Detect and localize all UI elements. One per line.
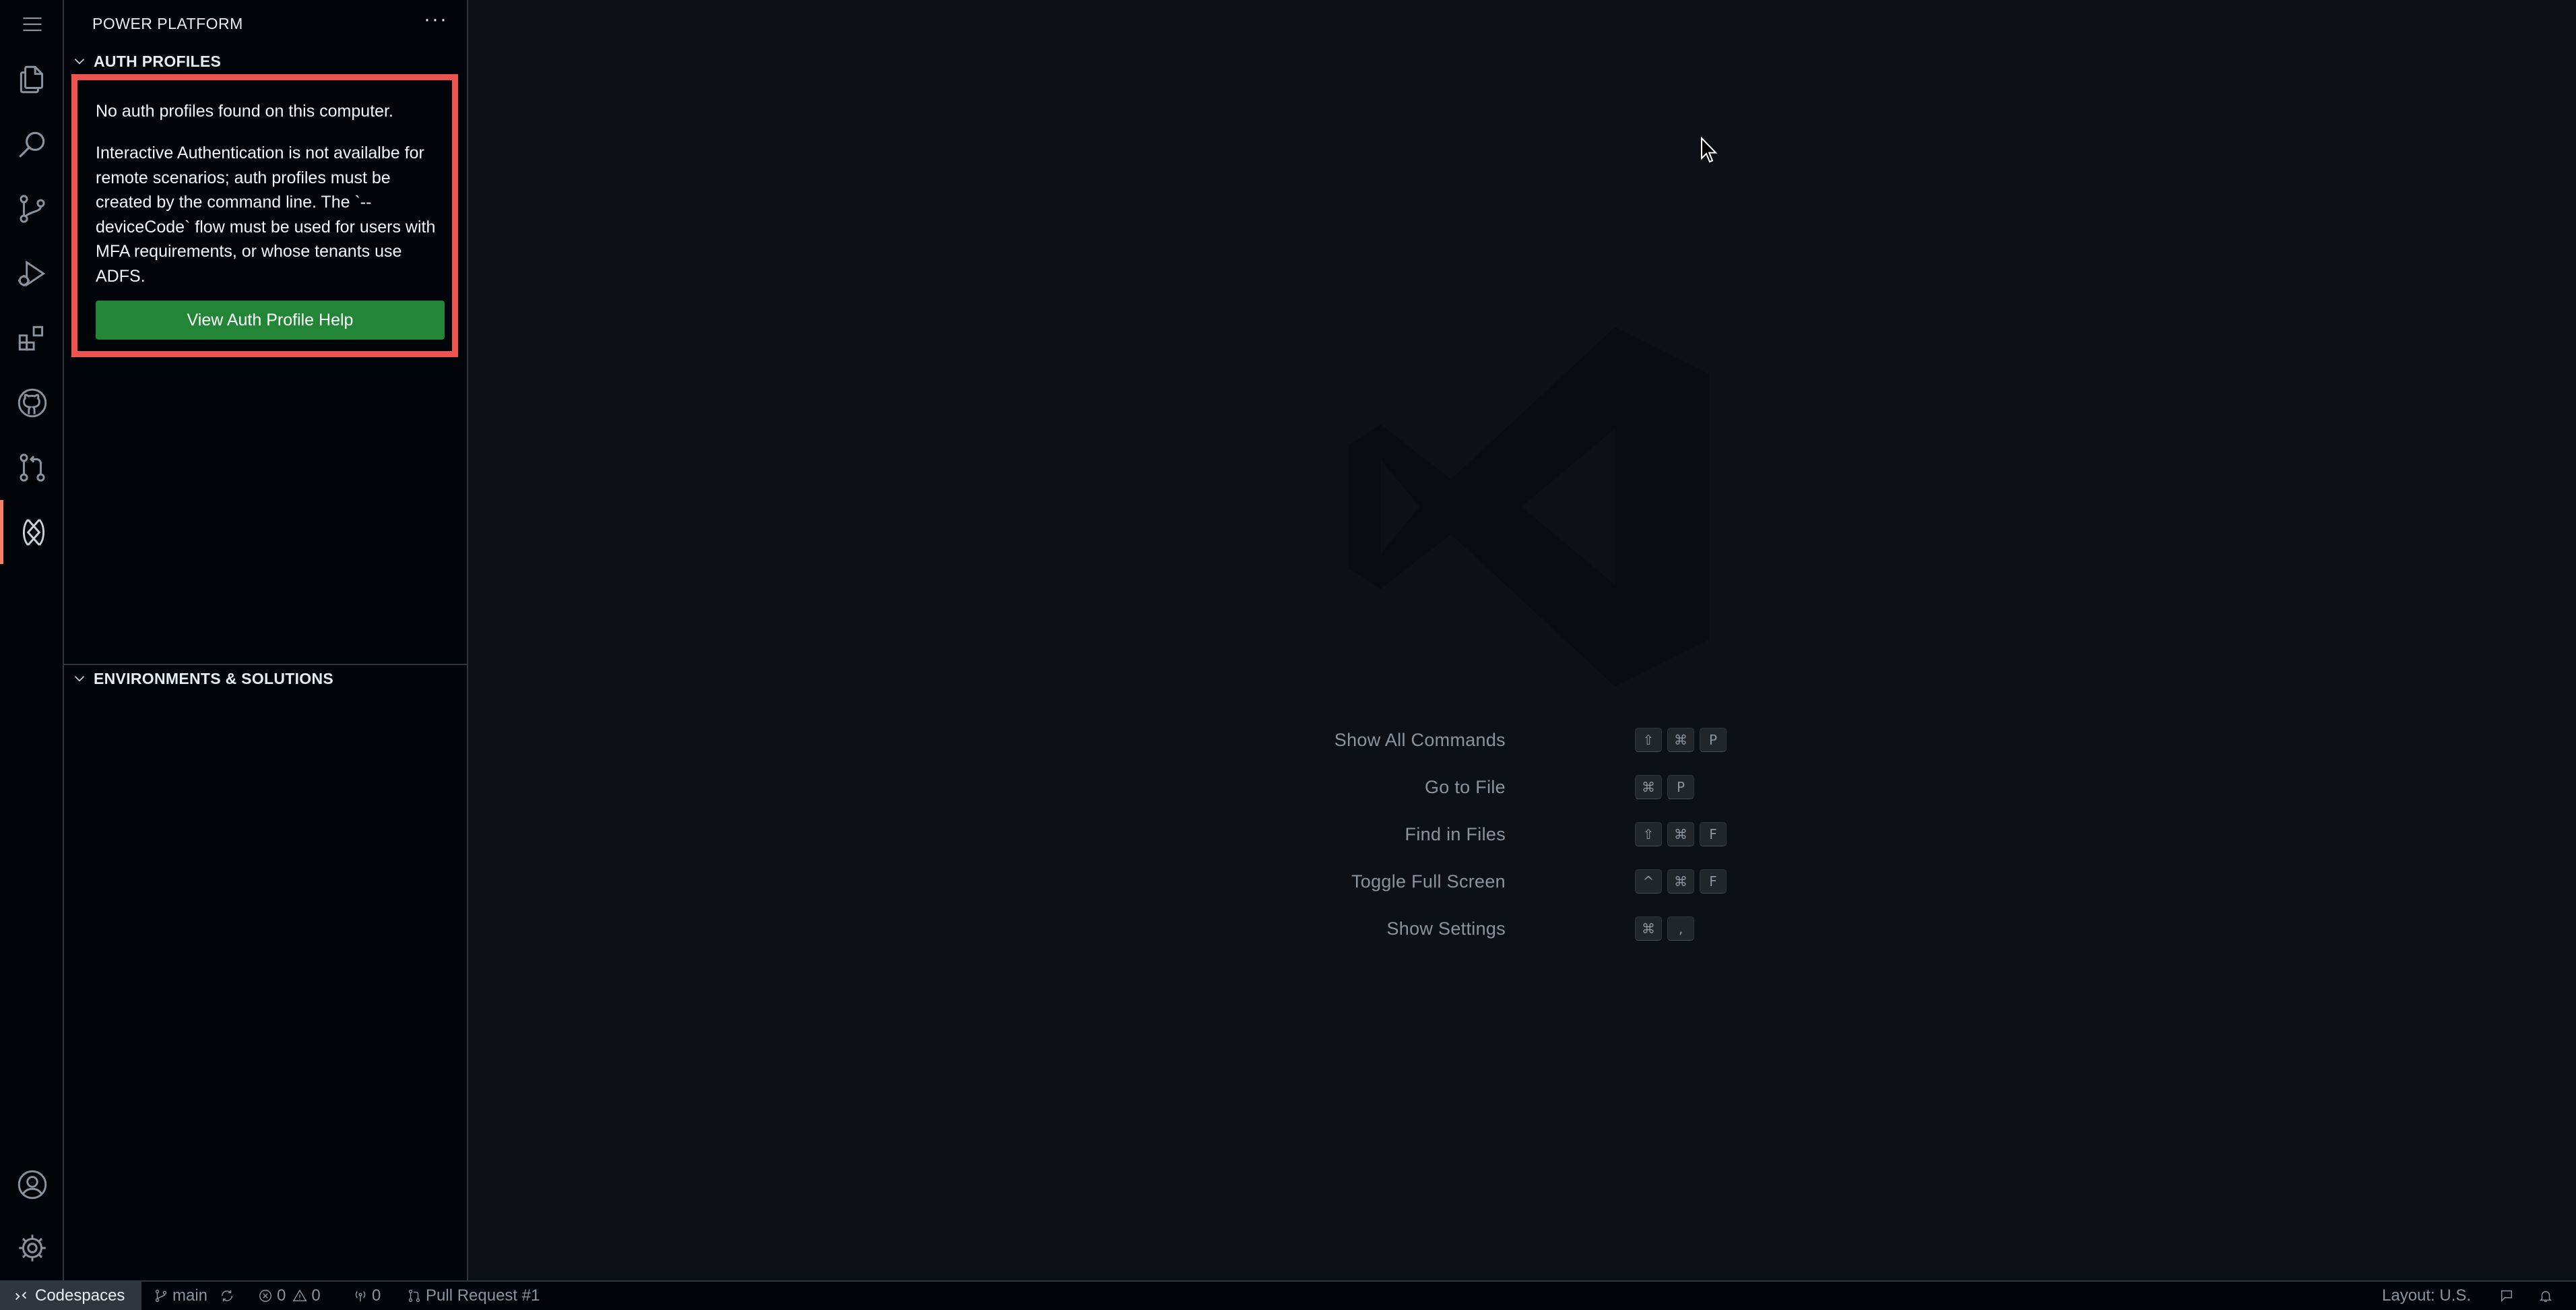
keyboard-layout-indicator[interactable]: Layout: U.S. [2382, 1282, 2471, 1310]
error-icon [259, 1290, 271, 1302]
chevron-down-icon [74, 59, 85, 65]
extensions-icon[interactable] [0, 306, 64, 370]
branch-name: main [172, 1286, 208, 1305]
menu-icon[interactable] [0, 0, 64, 49]
no-profiles-message: No auth profiles found on this computer. [96, 102, 393, 121]
key-ctrl: ^ [1635, 869, 1662, 894]
error-count: 0 [277, 1286, 286, 1305]
run-debug-icon[interactable] [0, 241, 64, 305]
key-cmd: ⌘ [1667, 728, 1694, 752]
shortcut-label: Find in Files [1405, 824, 1506, 844]
feedback-icon [2501, 1290, 2513, 1303]
account-icon[interactable] [0, 1152, 64, 1216]
github-icon[interactable] [0, 371, 64, 435]
shortcut-go-to-file[interactable]: Go to File ⌘ P [1209, 772, 1883, 805]
feedback-button[interactable] [2499, 1282, 2518, 1310]
sync-button[interactable] [220, 1282, 238, 1310]
sidebar: POWER PLATFORM ··· AUTH PROFILES No auth… [64, 0, 468, 1280]
git-branch-icon [155, 1289, 167, 1303]
key-cmd: ⌘ [1635, 775, 1662, 799]
shortcut-label: Show All Commands [1334, 730, 1506, 750]
layout-label: Layout: U.S. [2382, 1286, 2472, 1305]
key-p: P [1700, 728, 1727, 752]
bell-icon [2539, 1290, 2552, 1302]
auth-profiles-label: AUTH PROFILES [94, 52, 222, 70]
files-icon[interactable] [0, 47, 64, 111]
key-p: P [1667, 775, 1694, 799]
broadcast-icon [355, 1291, 366, 1302]
key-cmd: ⌘ [1667, 822, 1694, 846]
shortcut-label: Show Settings [1386, 918, 1506, 939]
problems-indicator[interactable]: 0 0 [258, 1282, 321, 1310]
shortcut-toggle-full-screen[interactable]: Toggle Full Screen ^ ⌘ F [1209, 866, 1883, 900]
shortcut-show-settings[interactable]: Show Settings ⌘ , [1209, 913, 1883, 947]
key-cmd: ⌘ [1667, 869, 1694, 894]
shortcut-label: Toggle Full Screen [1351, 871, 1506, 892]
ports-count: 0 [372, 1286, 381, 1305]
more-actions-icon[interactable]: ··· [424, 9, 448, 30]
sync-icon [221, 1290, 233, 1302]
key-shift: ⇧ [1635, 728, 1662, 752]
vscode-logo-watermark-icon [1349, 327, 1709, 687]
branch-indicator[interactable]: main [154, 1282, 207, 1310]
mouse-cursor-icon [1701, 137, 1718, 163]
source-control-icon[interactable] [0, 177, 64, 241]
view-auth-profile-help-button[interactable]: View Auth Profile Help [96, 301, 445, 340]
settings-gear-icon[interactable] [0, 1216, 64, 1280]
remote-indicator[interactable]: Codespaces [0, 1282, 141, 1310]
interactive-auth-message: Interactive Authentication is not availa… [96, 144, 436, 286]
power-platform-icon[interactable] [0, 500, 64, 564]
chevron-down-icon [74, 676, 85, 682]
remote-icon [15, 1291, 26, 1301]
search-icon[interactable] [0, 112, 64, 176]
key-comma: , [1667, 916, 1694, 941]
pull-requests-icon[interactable] [0, 435, 64, 499]
vscode-window: POWER PLATFORM ··· AUTH PROFILES No auth… [0, 0, 2576, 1310]
ports-indicator[interactable]: 0 [353, 1282, 381, 1310]
key-f: F [1700, 822, 1727, 846]
environments-solutions-header[interactable]: ENVIRONMENTS & SOLUTIONS [64, 664, 468, 692]
shortcut-label: Go to File [1424, 777, 1506, 797]
key-f: F [1700, 869, 1727, 894]
warning-icon [292, 1289, 307, 1302]
environments-solutions-label: ENVIRONMENTS & SOLUTIONS [94, 669, 334, 687]
shortcut-show-all-commands[interactable]: Show All Commands ⇧ ⌘ P [1209, 724, 1883, 758]
pull-request-indicator[interactable]: Pull Request #1 [407, 1282, 540, 1310]
warning-count: 0 [311, 1286, 321, 1305]
pull-request-label: Pull Request #1 [426, 1286, 540, 1305]
status-bar: Codespaces main 0 0 0 Pull Request #1 La… [0, 1280, 2576, 1310]
pull-request-icon [408, 1289, 420, 1303]
shortcut-find-in-files[interactable]: Find in Files ⇧ ⌘ F [1209, 819, 1883, 852]
sidebar-title: POWER PLATFORM [92, 15, 243, 32]
notifications-button[interactable] [2538, 1282, 2557, 1310]
activity-bar [0, 0, 64, 1280]
auth-profiles-header[interactable]: AUTH PROFILES [64, 47, 468, 75]
key-cmd: ⌘ [1635, 916, 1662, 941]
key-shift: ⇧ [1635, 822, 1662, 846]
remote-label: Codespaces [35, 1286, 125, 1305]
editor-area: Show All Commands ⇧ ⌘ P Go to File ⌘ P F… [468, 0, 2576, 1280]
auth-profiles-welcome-view: No auth profiles found on this computer.… [71, 74, 458, 357]
